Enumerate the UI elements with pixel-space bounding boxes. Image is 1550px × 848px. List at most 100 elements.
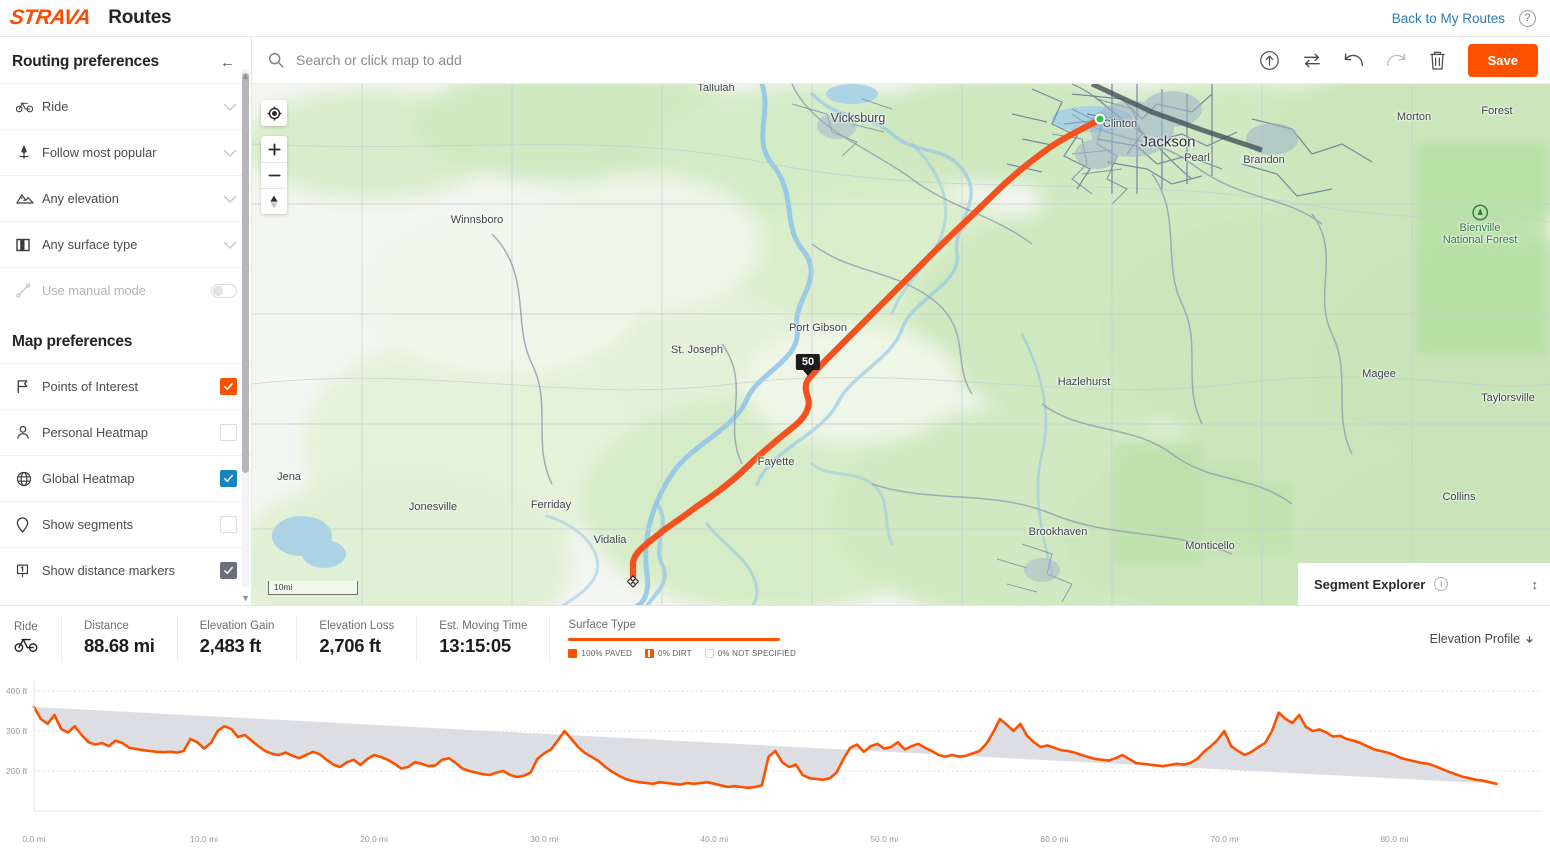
not-specified-swatch-icon [704,649,714,659]
stat-label: Elevation Loss [319,620,395,632]
map-label: Winnsboro [450,214,504,226]
map-label: Tallulah [697,84,735,94]
sidebar-item-personal-heatmap[interactable]: Personal Heatmap [0,409,251,455]
route-end-marker[interactable] [626,575,640,594]
chevron-down-icon[interactable] [223,144,237,162]
sidebar-item-use-manual-mode[interactable]: Use manual mode [0,267,251,313]
trash-icon[interactable] [1418,40,1458,80]
chevron-down-icon[interactable] [223,236,237,254]
stat-value: 13:15:05 [439,635,511,656]
app-header: STRAVA Routes Back to My Routes ? [0,0,1550,36]
global-heatmap-checkbox[interactable] [220,470,237,487]
map-tiles [252,84,1550,605]
segment-explorer-panel[interactable]: Segment Explorer i ↕ [1298,563,1550,605]
sidebar-item-label: Ride [42,99,69,114]
zoom-controls [261,136,287,214]
map-label: Vidalia [593,534,627,546]
sidebar-item-show-distance-markers[interactable]: Show distance markers [0,547,251,593]
scroll-down-icon[interactable]: ▼ [241,593,250,603]
segment-explorer-title: Segment Explorer [1314,576,1426,592]
distance-marker-50[interactable]: 50 [795,354,821,376]
map-label: Morton [1396,111,1432,123]
info-icon[interactable]: i [1434,577,1449,591]
bike-icon [16,100,42,113]
sidebar-item-label: Global Heatmap [42,471,135,486]
sidebar-item-points-of-interest[interactable]: Points of Interest [0,363,251,409]
map-scale-bar: 10mi [268,581,358,595]
stat-est-moving-time: Est. Moving Time 13:15:05 [417,615,551,662]
dirt-swatch-icon [645,649,655,659]
help-icon[interactable]: ? [1519,9,1536,27]
sidebar-item-label: Follow most popular [42,145,157,160]
surface-type-bar [568,637,781,642]
popularity-icon [16,144,42,161]
map-park-label: Bienville National Forest [1443,204,1517,246]
redo-icon[interactable] [1376,40,1416,80]
distance-marker-icon [16,564,42,578]
arrow-up-circle-icon[interactable] [1250,40,1290,80]
sidebar-item-any-elevation[interactable]: Any elevation [0,175,251,221]
chevron-down-icon[interactable] [223,190,237,208]
zoom-in-icon[interactable] [261,136,287,162]
zoom-out-icon[interactable] [261,162,287,188]
scroll-up-icon[interactable]: ▲ [241,71,250,81]
surface-legend: 100% PAVED 0% DIRT 0% NOT SPECIFIED [568,649,796,659]
points-of-interest-checkbox[interactable] [220,378,237,395]
map-label: Jonesville [408,501,458,513]
save-button[interactable]: Save [1467,43,1538,77]
x-axis-tick-label: 60.0 mi [1040,834,1069,844]
legend-item-not-specified: 0% NOT SPECIFIED [704,649,796,659]
map-label: Monticello [1185,540,1235,552]
collapse-sidebar-icon[interactable]: ← [220,55,235,70]
elevation-profile-toggle[interactable]: Elevation Profile [1430,632,1550,646]
expand-icon[interactable]: ↕ [1532,577,1539,592]
stat-value: 2,483 ft [199,635,262,656]
header-right: Back to My Routes ? [1392,9,1536,27]
undo-icon[interactable] [1334,40,1374,80]
chevron-down-icon[interactable] [223,98,237,116]
routing-preferences-title: Routing preferences [12,53,159,70]
sidebar-item-show-segments[interactable]: Show segments [0,501,251,547]
sidebar-item-any-surface-type[interactable]: Any surface type [0,221,251,267]
stat-label: Elevation Gain [199,620,275,632]
sidebar-item-ride[interactable]: Ride [0,83,251,129]
sidebar-item-global-heatmap[interactable]: Global Heatmap [0,455,251,501]
stat-label: Est. Moving Time [439,620,528,632]
bike-icon [14,636,38,656]
elevation-chart-svg [32,679,1542,812]
sidebar-item-follow-most-popular[interactable]: Follow most popular [0,129,251,175]
swap-arrows-icon[interactable] [1292,40,1332,80]
elevation-profile-chart[interactable]: 200 ft 300 ft 400 ft 0.0 mi 10.0 mi 20.0 mi 3… [0,671,1550,848]
sidebar-item-label: Points of Interest [42,379,139,394]
stat-elevation-loss: Elevation Loss 2,706 ft [297,615,418,662]
preferences-sidebar: Routing preferences ← Ride Follow most p… [0,37,252,605]
manual-mode-toggle[interactable] [211,283,237,298]
x-axis-tick-label: 20.0 mi [360,834,389,844]
locate-me-icon[interactable] [261,100,287,126]
map-preferences-title: Map preferences [12,333,133,350]
personal-heatmap-checkbox[interactable] [220,424,237,441]
strava-logo[interactable]: STRAVA [8,6,91,30]
stat-activity-type: Ride [0,615,62,662]
search-input[interactable] [296,52,856,68]
show-segments-checkbox[interactable] [220,516,237,533]
globe-icon [16,471,42,487]
compass-icon[interactable] [261,188,287,214]
show-distance-markers-checkbox[interactable] [220,562,237,579]
legend-label: 0% DIRT [658,649,692,659]
map-area: Save [252,37,1550,605]
elevation-profile-label: Elevation Profile [1429,631,1520,646]
route-start-marker[interactable] [1094,113,1106,125]
park-label-line1: Bienville [1459,222,1501,234]
surface-type-label: Surface Type [568,618,636,631]
map-canvas[interactable]: 50 Vicksburg Jackson Clinton Pearl Brandon Mo… [252,84,1550,605]
pin-icon [16,516,42,533]
x-axis-tick-label: 70.0 mi [1210,834,1239,844]
sidebar-scrollbar-thumb[interactable] [242,73,249,473]
back-to-my-routes-link[interactable]: Back to My Routes [1392,11,1505,26]
flag-icon [16,379,42,394]
route-stats-bar: Ride Distance 88.68 mi Elevation Gain 2,… [0,605,1550,671]
manual-pen-icon [16,283,42,298]
map-label: Taylorsville [1481,392,1535,404]
y-axis-tick-label: 300 ft [6,726,28,736]
